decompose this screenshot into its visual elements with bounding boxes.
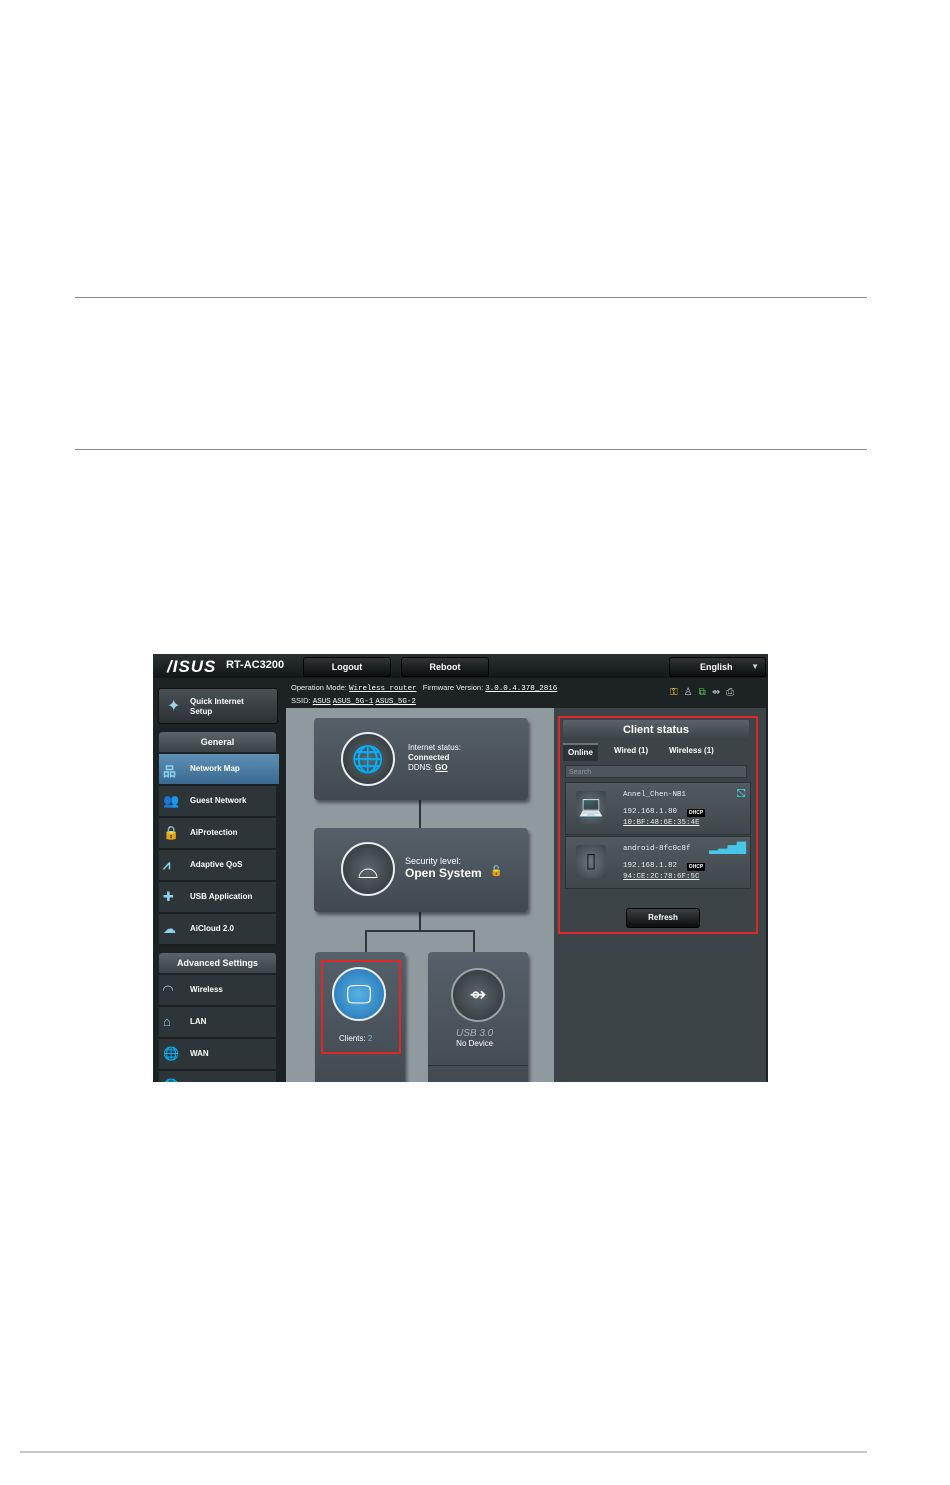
network-map-icon: 品: [163, 764, 177, 779]
connector-line: [365, 930, 367, 952]
reboot-button[interactable]: Reboot: [401, 657, 489, 677]
status-icons: ⚿♙⧉⇴⎙: [670, 687, 740, 698]
quick-internet-setup-button[interactable]: ✦ Quick Internet Setup: [158, 688, 278, 724]
firmware-link[interactable]: 3.0.0.4.378_2816: [485, 685, 557, 693]
sidebar-item-lan[interactable]: ⌂ LAN: [159, 1007, 276, 1039]
ssid-link-3[interactable]: ASUS_5G-2: [375, 698, 416, 706]
top-bar: /ISUS RT-AC3200 Logout Reboot English ▼: [153, 654, 768, 678]
sidebar-item-label: AiProtection: [190, 828, 238, 837]
cloud-icon: ☁: [163, 921, 176, 936]
magic-wand-icon: ✦: [167, 698, 181, 715]
connector-line: [473, 930, 475, 952]
usb-icon[interactable]: ⇴: [712, 687, 726, 698]
asus-logo: /ISUS: [167, 657, 217, 676]
globe-icon: 🌐: [163, 1078, 179, 1082]
puzzle-icon: ✚: [163, 889, 174, 904]
lock-icon: 🔒: [163, 825, 180, 840]
internet-status-value: Connected: [408, 753, 450, 762]
sidebar-item-label: AiCloud 2.0: [190, 924, 235, 933]
sidebar-item-label: WAN: [190, 1049, 209, 1058]
language-value: English: [700, 662, 733, 672]
sidebar-item-label: Guest Network: [190, 796, 247, 805]
usb-card[interactable]: ⇴ USB 3.0 No Device: [428, 952, 528, 1082]
quick-setup-line2: Setup: [190, 707, 213, 716]
divider-top: [75, 297, 867, 298]
chevron-down-icon: ▼: [751, 662, 759, 671]
operation-mode-link[interactable]: Wireless router: [349, 685, 417, 693]
printer-icon[interactable]: ⎙: [726, 687, 740, 698]
guest-network-icon: 👥: [163, 793, 180, 808]
internet-card[interactable]: 🌐 Internet status: Connected DDNS: GO: [314, 718, 528, 800]
internet-status-text: Internet status: Connected DDNS: GO: [408, 743, 461, 773]
quick-setup-line1: Quick Internet: [190, 697, 244, 706]
copy-icon[interactable]: ⧉: [699, 687, 712, 698]
advanced-settings-header: Advanced Settings: [159, 953, 276, 973]
usb-icon: ⇴: [451, 968, 505, 1022]
connector-line: [419, 912, 421, 930]
operation-mode-label: Operation Mode:: [291, 683, 347, 692]
ssid-link-2[interactable]: ASUS_5G-1: [333, 698, 374, 706]
sidebar-item-guest-network[interactable]: 👥 Guest Network: [159, 786, 276, 818]
router-icon: ⌓: [341, 842, 395, 896]
ddns-go-link[interactable]: GO: [435, 763, 447, 772]
home-icon: ⌂: [163, 1014, 171, 1029]
divider-middle: [75, 449, 867, 450]
info-bar: Operation Mode: Wireless router Firmware…: [291, 682, 557, 708]
sidebar-item-label: USB Application: [190, 892, 253, 901]
sidebar-item-partial[interactable]: 🌐: [159, 1071, 276, 1082]
logout-button[interactable]: Logout: [303, 657, 391, 677]
key-icon[interactable]: ⚿: [670, 687, 684, 698]
ssid-label: SSID:: [291, 696, 311, 705]
sidebar-item-aicloud[interactable]: ☁ AiCloud 2.0: [159, 914, 276, 946]
qos-icon: ⩘: [163, 857, 171, 872]
sidebar-item-wan[interactable]: 🌐 WAN: [159, 1039, 276, 1071]
sidebar-item-label: Network Map: [190, 764, 240, 773]
sidebar: ✦ Quick Internet Setup General 品 Network…: [153, 678, 283, 1082]
connector-line: [419, 800, 421, 828]
usb-status: No Device: [456, 1039, 494, 1048]
router-screenshot: /ISUS RT-AC3200 Logout Reboot English ▼ …: [153, 654, 768, 1082]
router-card[interactable]: ⌓ Security level: Open System 🔓: [314, 828, 528, 912]
sidebar-item-label: Adaptive QoS: [190, 860, 243, 869]
sidebar-item-network-map[interactable]: 品 Network Map: [159, 754, 279, 786]
divider-footer: [20, 1451, 867, 1453]
sidebar-item-label: Wireless: [190, 985, 223, 994]
usb-text: USB 3.0 No Device: [456, 1029, 493, 1049]
wifi-icon: ◠: [163, 982, 173, 997]
sidebar-item-label: LAN: [190, 1017, 207, 1026]
unlock-icon: 🔓: [490, 866, 503, 877]
sidebar-item-adaptive-qos[interactable]: ⩘ Adaptive QoS: [159, 850, 276, 882]
language-select[interactable]: English ▼: [669, 657, 766, 677]
ssid-link-1[interactable]: ASUS: [313, 698, 331, 706]
usb-label: USB 3.0: [456, 1028, 494, 1039]
model-name: RT-AC3200: [226, 659, 285, 671]
client-status-highlight: [558, 716, 758, 934]
general-header: General: [159, 732, 276, 752]
usb-divider: [428, 1065, 528, 1066]
globe-icon: 🌐: [341, 732, 395, 786]
security-text: Security level: Open System: [405, 856, 482, 881]
clients-highlight: [321, 960, 401, 1054]
firmware-label: Firmware Version:: [422, 683, 484, 692]
user-icon[interactable]: ♙: [684, 687, 699, 698]
security-label: Security level:: [405, 856, 462, 866]
ddns-label: DDNS:: [408, 763, 433, 772]
internet-status-label: Internet status:: [408, 743, 461, 752]
connector-line: [365, 930, 475, 932]
sidebar-item-usb-application[interactable]: ✚ USB Application: [159, 882, 276, 914]
sidebar-item-aiprotection[interactable]: 🔒 AiProtection: [159, 818, 276, 850]
security-value: Open System: [405, 866, 482, 880]
globe-icon: 🌐: [163, 1046, 180, 1061]
sidebar-item-wireless[interactable]: ◠ Wireless: [159, 975, 276, 1007]
